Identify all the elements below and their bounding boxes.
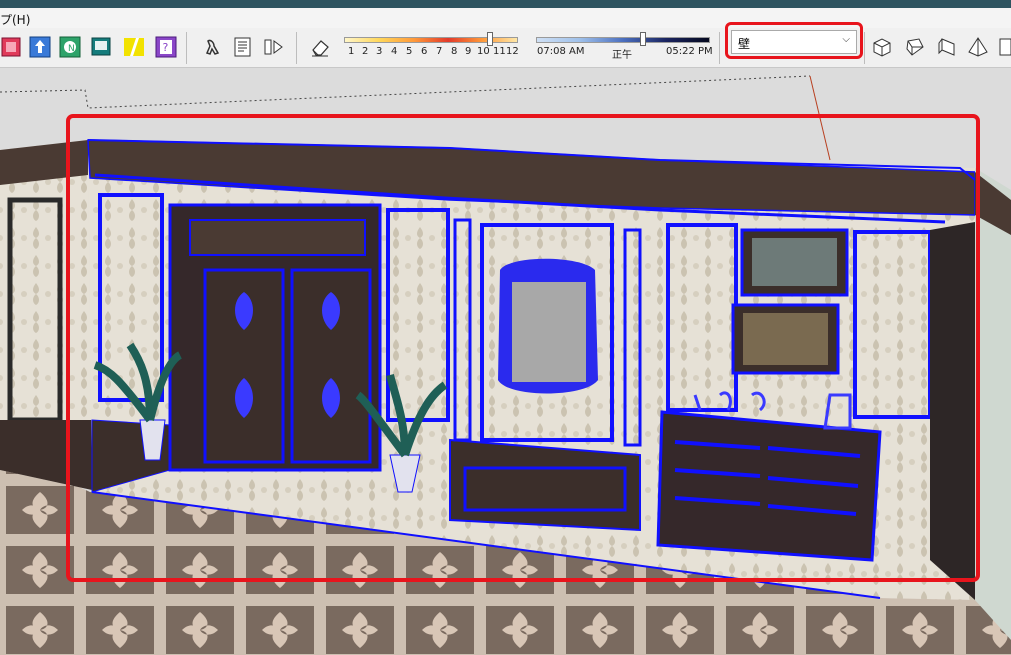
toolbar-separator [864,32,865,64]
front-view-icon[interactable] [936,35,960,59]
time-slider-thumb[interactable] [640,32,646,46]
month-label: 6 [421,46,428,57]
svg-text:N: N [68,44,75,54]
month-label: 7 [436,46,443,57]
section-icon[interactable] [28,35,52,59]
wall-highlight [66,114,980,582]
iso-view-icon[interactable] [870,35,894,59]
right-view-icon[interactable] [966,35,990,59]
scene-icon[interactable] [262,35,286,59]
nav-icon[interactable]: N [58,35,82,59]
title-bar [0,0,1011,8]
toolbar-separator [719,32,720,64]
month-label: 2 [362,46,369,57]
month-label: 3 [376,46,383,57]
month-label: 1 [348,46,355,57]
time-start-label: 07:08 AM [537,46,585,57]
svg-text:?: ? [163,41,169,54]
monitor-icon[interactable] [89,35,113,59]
time-end-label: 05:22 PM [666,46,713,57]
layer-icon[interactable] [0,35,24,59]
stripe-icon[interactable] [122,35,146,59]
toolbar-separator [186,32,187,64]
month-label: 4 [391,46,398,57]
help-box-icon[interactable]: ? [154,35,178,59]
walk-icon[interactable] [202,35,226,59]
page-icon[interactable] [231,35,255,59]
month-label: 11 [493,46,506,57]
month-slider-thumb[interactable] [487,32,493,46]
back-view-icon[interactable] [996,35,1011,59]
time-slider-track[interactable] [536,37,710,43]
month-label: 9 [465,46,472,57]
month-label: 8 [451,46,458,57]
menu-help[interactable]: プ(H) [0,11,30,28]
month-label: 5 [406,46,413,57]
top-view-icon[interactable] [903,35,927,59]
month-label: 10 [477,46,490,57]
month-label: 12 [506,46,519,57]
toolbar-separator [296,32,297,64]
combo-highlight [725,22,863,59]
time-mid-label: 正午 [612,50,632,61]
eraser-icon[interactable] [308,35,332,59]
